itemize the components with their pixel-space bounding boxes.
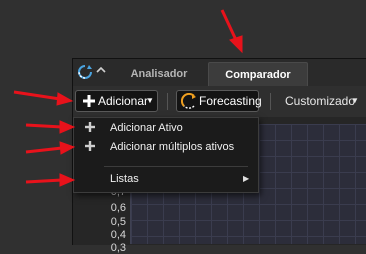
arrow-to-add-button	[13, 90, 74, 106]
plus-icon	[85, 141, 95, 151]
toolbar-separator	[167, 93, 168, 110]
customizado-label: Customizado	[285, 94, 356, 108]
caret-down-icon: ▼	[351, 96, 359, 105]
forecast-icon	[181, 93, 196, 109]
menu-item-lists[interactable]: Listas ▶	[74, 168, 258, 190]
forecasting-button-label: Forecasting	[199, 94, 262, 108]
caret-down-icon: ▼	[146, 96, 154, 105]
forecasting-button[interactable]: Forecasting	[176, 90, 262, 112]
customizado-dropdown[interactable]: Customizado ▼	[279, 90, 366, 112]
toolbar-separator	[270, 93, 271, 110]
add-button[interactable]: Adicionar ▼	[75, 90, 158, 112]
tab-comparador[interactable]: Comparador	[208, 62, 308, 86]
menu-item-label: Adicionar múltiplos ativos	[110, 141, 235, 153]
y-tick-label: 0,5	[110, 216, 126, 228]
add-button-label: Adicionar	[98, 94, 149, 108]
y-tick-label: 0,6	[110, 202, 126, 214]
arrow-to-add-multiple	[25, 141, 76, 155]
menu-item-label: Listas	[110, 173, 139, 185]
chevron-up-icon[interactable]	[95, 64, 107, 76]
arrow-to-lists	[25, 173, 76, 187]
menu-item-add-multiple-assets[interactable]: Adicionar múltiplos ativos	[74, 136, 258, 158]
arrow-to-add-asset	[25, 120, 76, 134]
y-tick-label: 0,4	[110, 229, 126, 241]
plus-icon	[83, 95, 95, 107]
arrow-to-comparator-tab	[220, 9, 243, 54]
add-dropdown-menu: Adicionar Ativo Adicionar múltiplos ativ…	[73, 117, 259, 193]
chevron-right-icon: ▶	[243, 174, 250, 183]
menu-divider	[104, 166, 248, 167]
refresh-icon[interactable]	[77, 64, 93, 80]
plus-icon	[85, 122, 95, 132]
tab-analisador[interactable]: Analisador	[112, 62, 206, 86]
